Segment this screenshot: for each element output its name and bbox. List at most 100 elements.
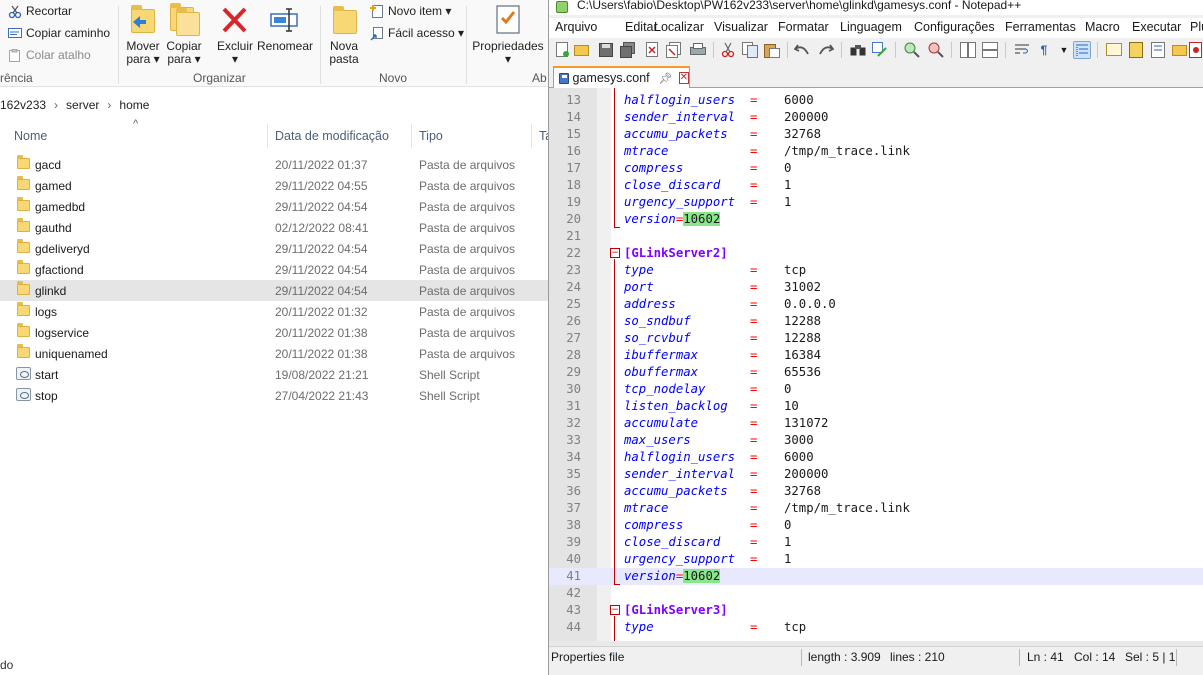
code-line[interactable]: 17 compress = 0	[549, 160, 1203, 177]
code-line[interactable]: 37 mtrace = /tmp/m_trace.link	[549, 500, 1203, 517]
close-all-icon[interactable]	[665, 41, 683, 59]
code-line[interactable]: 28 ibuffermax = 16384	[549, 347, 1203, 364]
file-row[interactable]: gamed 29/11/2022 04:55 Pasta de arquivos	[0, 175, 548, 196]
cut-button[interactable]: Recortar	[8, 2, 72, 20]
code-line[interactable]: 44 type = tcp	[549, 619, 1203, 636]
new-item-button[interactable]: Novo item ▾	[370, 2, 451, 20]
file-row[interactable]: gauthd 02/12/2022 08:41 Pasta de arquivos	[0, 217, 548, 238]
cut-icon[interactable]	[719, 41, 737, 59]
fold-toggle-icon[interactable]: −	[610, 248, 620, 258]
menu-item[interactable]: Formatar	[778, 20, 829, 34]
code-line[interactable]: 32 accumulate = 131072	[549, 415, 1203, 432]
new-folder-button[interactable]: Nova pasta	[318, 3, 370, 66]
menu-item[interactable]: Visualizar	[714, 20, 768, 34]
code-line[interactable]: 16 mtrace = /tmp/m_trace.link	[549, 143, 1203, 160]
menu-item[interactable]: Configurações	[914, 20, 995, 34]
zoom-out-icon[interactable]	[927, 41, 945, 59]
file-row[interactable]: logservice 20/11/2022 01:38 Pasta de arqui…	[0, 322, 548, 343]
copy-to-button[interactable]: Copiar para ▾	[158, 3, 210, 66]
code-line[interactable]: 21	[549, 228, 1203, 245]
code-line[interactable]: 29 obuffermax = 65536	[549, 364, 1203, 381]
find-icon[interactable]	[849, 41, 867, 59]
breadcrumb-item[interactable]: home	[119, 98, 149, 112]
redo-icon[interactable]	[817, 41, 835, 59]
code-line[interactable]: 30 tcp_nodelay = 0	[549, 381, 1203, 398]
file-row[interactable]: gacd 20/11/2022 01:37 Pasta de arquivos	[0, 154, 548, 175]
breadcrumb[interactable]: 162v233 › server › home	[0, 94, 548, 116]
menu-item[interactable]: Arquivo	[555, 20, 597, 34]
doc-map-icon[interactable]	[1127, 41, 1145, 59]
file-row[interactable]: gfactiond 29/11/2022 04:54 Pasta de arquiv…	[0, 259, 548, 280]
new-file-icon[interactable]	[553, 41, 571, 59]
code-line[interactable]: 26 so_sndbuf = 12288	[549, 313, 1203, 330]
code-line[interactable]: 23 type = tcp	[549, 262, 1203, 279]
properties-button[interactable]: Propriedades ▾	[472, 3, 544, 66]
sync-horizontal-icon[interactable]	[981, 41, 999, 59]
delete-button[interactable]: Excluir ▾	[209, 3, 261, 66]
close-tab-icon[interactable]: ✕	[678, 72, 689, 84]
word-wrap-icon[interactable]	[1013, 41, 1031, 59]
function-list-icon[interactable]	[1149, 41, 1167, 59]
menu-item[interactable]: Macro	[1085, 20, 1120, 34]
code-line[interactable]: 42	[549, 585, 1203, 602]
code-line[interactable]: 18 close_discard = 1	[549, 177, 1203, 194]
code-line[interactable]: 13 halflogin_users = 6000	[549, 92, 1203, 109]
open-file-icon[interactable]	[573, 41, 591, 59]
code-line[interactable]: 24 port = 31002	[549, 279, 1203, 296]
close-file-icon[interactable]	[643, 41, 661, 59]
code-line[interactable]: 19 urgency_support = 1	[549, 194, 1203, 211]
code-editor[interactable]: 13 halflogin_users = 6000 14 sender_interval =…	[549, 88, 1203, 641]
code-line[interactable]: 25 address = 0.0.0.0	[549, 296, 1203, 313]
fold-toggle-icon[interactable]: −	[610, 605, 620, 615]
code-line[interactable]: 31 listen_backlog = 10	[549, 398, 1203, 415]
paste-icon[interactable]	[763, 41, 781, 59]
code-line[interactable]: 35 sender_interval = 200000	[549, 466, 1203, 483]
user-language-icon[interactable]	[1105, 41, 1123, 59]
column-header-type[interactable]: Tipo	[419, 129, 443, 143]
save-icon[interactable]	[597, 41, 615, 59]
menu-item[interactable]: Linguagem	[840, 20, 902, 34]
code-line[interactable]: 27 so_rcvbuf = 12288	[549, 330, 1203, 347]
show-all-characters-icon[interactable]: ¶	[1035, 41, 1053, 59]
code-line[interactable]: 34 halflogin_users = 6000	[549, 449, 1203, 466]
tab-gamesys-conf[interactable]: gamesys.conf 📌︎ ✕	[553, 66, 690, 88]
breadcrumb-item[interactable]: server	[66, 98, 99, 112]
column-header-name[interactable]: Nome	[14, 129, 47, 143]
code-line[interactable]: 38 compress = 0	[549, 517, 1203, 534]
record-macro-icon[interactable]	[1187, 41, 1203, 59]
menu-item[interactable]: Executar	[1132, 20, 1181, 34]
code-line[interactable]: 33 max_users = 3000	[549, 432, 1203, 449]
paste-shortcut-button[interactable]: Colar atalho	[8, 46, 91, 64]
code-line[interactable]: 43 − [GLinkServer3]	[549, 602, 1203, 619]
rename-button[interactable]: Renomear	[257, 3, 313, 53]
print-icon[interactable]	[689, 41, 707, 59]
menu-item[interactable]: Plu	[1190, 20, 1203, 34]
menu-item[interactable]: Localizar	[654, 20, 704, 34]
file-row[interactable]: stop 27/04/2022 21:43 Shell Script	[0, 385, 548, 406]
file-row[interactable]: gamedbd 29/11/2022 04:54 Pasta de arquivos	[0, 196, 548, 217]
file-row[interactable]: start 19/08/2022 21:21 Shell Script	[0, 364, 548, 385]
code-line[interactable]: 39 close_discard = 1	[549, 534, 1203, 551]
code-line[interactable]: 15 accumu_packets = 32768	[549, 126, 1203, 143]
breadcrumb-item[interactable]: 162v233	[0, 98, 46, 112]
code-line[interactable]: 14 sender_interval = 200000	[549, 109, 1203, 126]
easy-access-button[interactable]: Fácil acesso ▾	[370, 24, 464, 42]
code-line[interactable]: 40 urgency_support = 1	[549, 551, 1203, 568]
menu-item[interactable]: Ferramentas	[1005, 20, 1076, 34]
column-header-size[interactable]: Ta	[539, 129, 548, 143]
copy-icon[interactable]	[741, 41, 759, 59]
copy-path-button[interactable]: Copiar caminho	[8, 24, 110, 42]
file-row[interactable]: uniquenamed 20/11/2022 01:38 Pasta de arqu…	[0, 343, 548, 364]
menu-item[interactable]: Editar	[625, 20, 658, 34]
code-line[interactable]: 22 − [GLinkServer2]	[549, 245, 1203, 262]
save-all-icon[interactable]	[619, 41, 637, 59]
code-line[interactable]: 20 version=10602	[549, 211, 1203, 228]
file-row[interactable]: logs 20/11/2022 01:32 Pasta de arquivos	[0, 301, 548, 322]
file-row[interactable]: gdeliveryd 29/11/2022 04:54 Pasta de arqui…	[0, 238, 548, 259]
code-line[interactable]: 41 version=10602	[549, 568, 1203, 585]
undo-icon[interactable]	[793, 41, 811, 59]
pin-icon[interactable]: 📌︎	[659, 72, 673, 85]
sync-vertical-icon[interactable]	[959, 41, 977, 59]
column-header-date[interactable]: Data de modificação	[275, 129, 389, 143]
zoom-in-icon[interactable]	[903, 41, 921, 59]
